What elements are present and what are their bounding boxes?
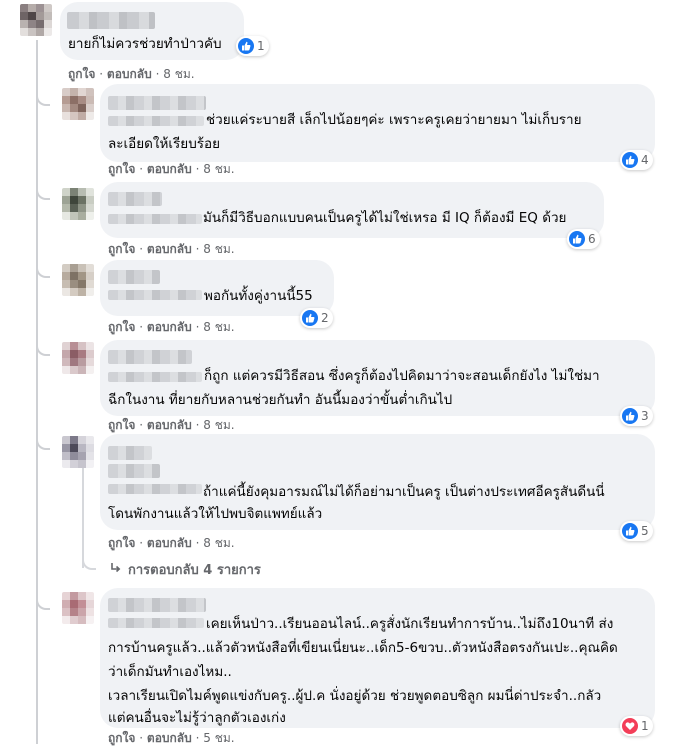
comment-text: แต่คนอื่นจะไม่รู้ว่าลูกตัวเองเก่ง	[108, 710, 286, 726]
avatar[interactable]	[62, 88, 94, 120]
reply-button[interactable]: ตอบกลับ	[147, 731, 192, 745]
timestamp[interactable]: 5 ชม.	[203, 731, 234, 745]
comment-actions: ถูกใจ · ตอบกลับ · 8 ชม.	[108, 536, 235, 550]
timestamp[interactable]: 8 ชม.	[203, 320, 234, 334]
like-button[interactable]: ถูกใจ	[68, 67, 95, 81]
timestamp[interactable]: 8 ชม.	[203, 536, 234, 550]
reply-button[interactable]: ตอบกลับ	[147, 320, 192, 334]
avatar[interactable]	[62, 342, 94, 374]
reply-button[interactable]: ตอบกลับ	[147, 242, 192, 256]
comment-actions: ถูกใจ · ตอบกลับ · 8 ชม.	[108, 418, 235, 432]
commenter-name[interactable]	[108, 372, 202, 382]
comment-text: ละเอียดให้เรียบร้อย	[108, 136, 221, 152]
commenter-name[interactable]	[108, 116, 204, 126]
comment-actions: ถูกใจ · ตอบกลับ · 5 ชม.	[108, 731, 235, 745]
timestamp[interactable]: 8 ชม.	[203, 242, 234, 256]
reaction-count[interactable]: 5	[620, 521, 653, 541]
commenter-name[interactable]	[108, 484, 202, 494]
like-icon	[622, 152, 638, 168]
thread-connector	[36, 248, 50, 278]
commenter-name[interactable]	[108, 350, 192, 364]
like-icon	[302, 310, 318, 326]
comment-text: พอกันทั้งคู่งานนี้55	[204, 288, 313, 304]
heart-icon	[622, 718, 638, 734]
comment-text: ถ้าแค่นี้ยังคุมอารมณ์ไม่ได้ก็อย่ามาเป็นค…	[203, 484, 605, 500]
like-button[interactable]: ถูกใจ	[108, 242, 135, 256]
reply-button[interactable]: ตอบกลับ	[147, 536, 192, 550]
like-button[interactable]: ถูกใจ	[108, 320, 135, 334]
avatar[interactable]	[62, 188, 94, 220]
reaction-count[interactable]: 3	[620, 406, 653, 426]
like-button[interactable]: ถูกใจ	[108, 536, 135, 550]
thread-connector	[82, 548, 96, 570]
like-icon	[238, 38, 254, 54]
timestamp[interactable]: 8 ชม.	[203, 162, 234, 176]
comment-text: การบ้านครูแล้ว..แล้วตัวหนังสือที่เขียนเน…	[108, 640, 618, 656]
thread-line	[36, 40, 38, 744]
commenter-name[interactable]	[108, 446, 152, 460]
like-button[interactable]: ถูกใจ	[108, 418, 135, 432]
comment-text: ฉีกในงาน ที่ยายกับหลานช่วยกันทำ อันนี้มอ…	[108, 392, 453, 408]
reaction-count[interactable]: 4	[620, 150, 653, 170]
comment-actions: ถูกใจ · ตอบกลับ · 8 ชม.	[108, 320, 235, 334]
comment-text: เคยเห็นป่าว..เรียนออนไลน์..ครูสั่งนักเรี…	[206, 616, 614, 632]
like-icon	[622, 408, 638, 424]
reply-arrow-icon	[110, 562, 122, 578]
like-button[interactable]: ถูกใจ	[108, 162, 135, 176]
commenter-name[interactable]	[108, 598, 206, 612]
commenter-name[interactable]	[108, 464, 160, 478]
avatar[interactable]	[20, 4, 52, 36]
thread-connector	[36, 170, 50, 200]
reaction-count[interactable]: 1	[620, 716, 653, 736]
view-more-replies-button[interactable]: การตอบกลับ 4 รายการ	[110, 559, 261, 580]
timestamp[interactable]: 8 ชม.	[163, 67, 194, 81]
reaction-count[interactable]: 2	[300, 308, 333, 328]
like-icon	[622, 523, 638, 539]
commenter-name[interactable]	[108, 192, 162, 206]
comment-text: โดนพักงานแล้วให้ไปพบจิตแพทย์แล้ว	[108, 506, 323, 522]
reaction-count[interactable]: 6	[567, 229, 600, 249]
commenter-name[interactable]	[108, 214, 202, 224]
comment-actions: ถูกใจ · ตอบกลับ · 8 ชม.	[108, 242, 235, 256]
thread-connector	[36, 76, 50, 106]
comment-actions: ถูกใจ · ตอบกลับ · 8 ชม.	[68, 67, 195, 81]
timestamp[interactable]: 8 ชม.	[203, 418, 234, 432]
avatar[interactable]	[62, 436, 94, 468]
like-button[interactable]: ถูกใจ	[108, 731, 135, 745]
commenter-name[interactable]	[108, 618, 204, 628]
reply-button[interactable]: ตอบกลับ	[147, 162, 192, 176]
comment-text: ว่าเด็กมันทำเองไหม..	[108, 664, 232, 680]
thread-connector	[36, 420, 50, 450]
reply-button[interactable]: ตอบกลับ	[107, 67, 152, 81]
commenter-name[interactable]	[108, 96, 206, 110]
thread-connector	[36, 326, 50, 356]
comment-text: เวลาเรียนเปิดไมค์พูดแข่งกับครู..ผู้ป.ค น…	[108, 688, 602, 704]
comment-text: มันก็มีวิธีบอกแบบคนเป็นครูได้ไม่ใช่เหรอ …	[203, 210, 567, 226]
commenter-name[interactable]	[108, 270, 160, 284]
avatar[interactable]	[62, 264, 94, 296]
commenter-name[interactable]	[108, 290, 202, 300]
commenter-name[interactable]	[67, 12, 155, 29]
reply-button[interactable]: ตอบกลับ	[147, 418, 192, 432]
comment-text: ยายก็ไม่ควรช่วยทำป่าวคับ	[68, 36, 222, 52]
avatar[interactable]	[62, 592, 94, 624]
comment-text: ช่วยแค่ระบายสี เล็กไปน้อยๆค่ะ เพราะครูเค…	[206, 112, 582, 128]
like-icon	[569, 231, 585, 247]
thread-connector	[36, 584, 50, 610]
comment-text: ก็ถูก แต่ควรมีวิธีสอน ซึ่งครูก็ต้องไปคิด…	[204, 368, 600, 384]
comment-actions: ถูกใจ · ตอบกลับ · 8 ชม.	[108, 162, 235, 176]
reaction-count[interactable]: 1	[236, 36, 269, 56]
